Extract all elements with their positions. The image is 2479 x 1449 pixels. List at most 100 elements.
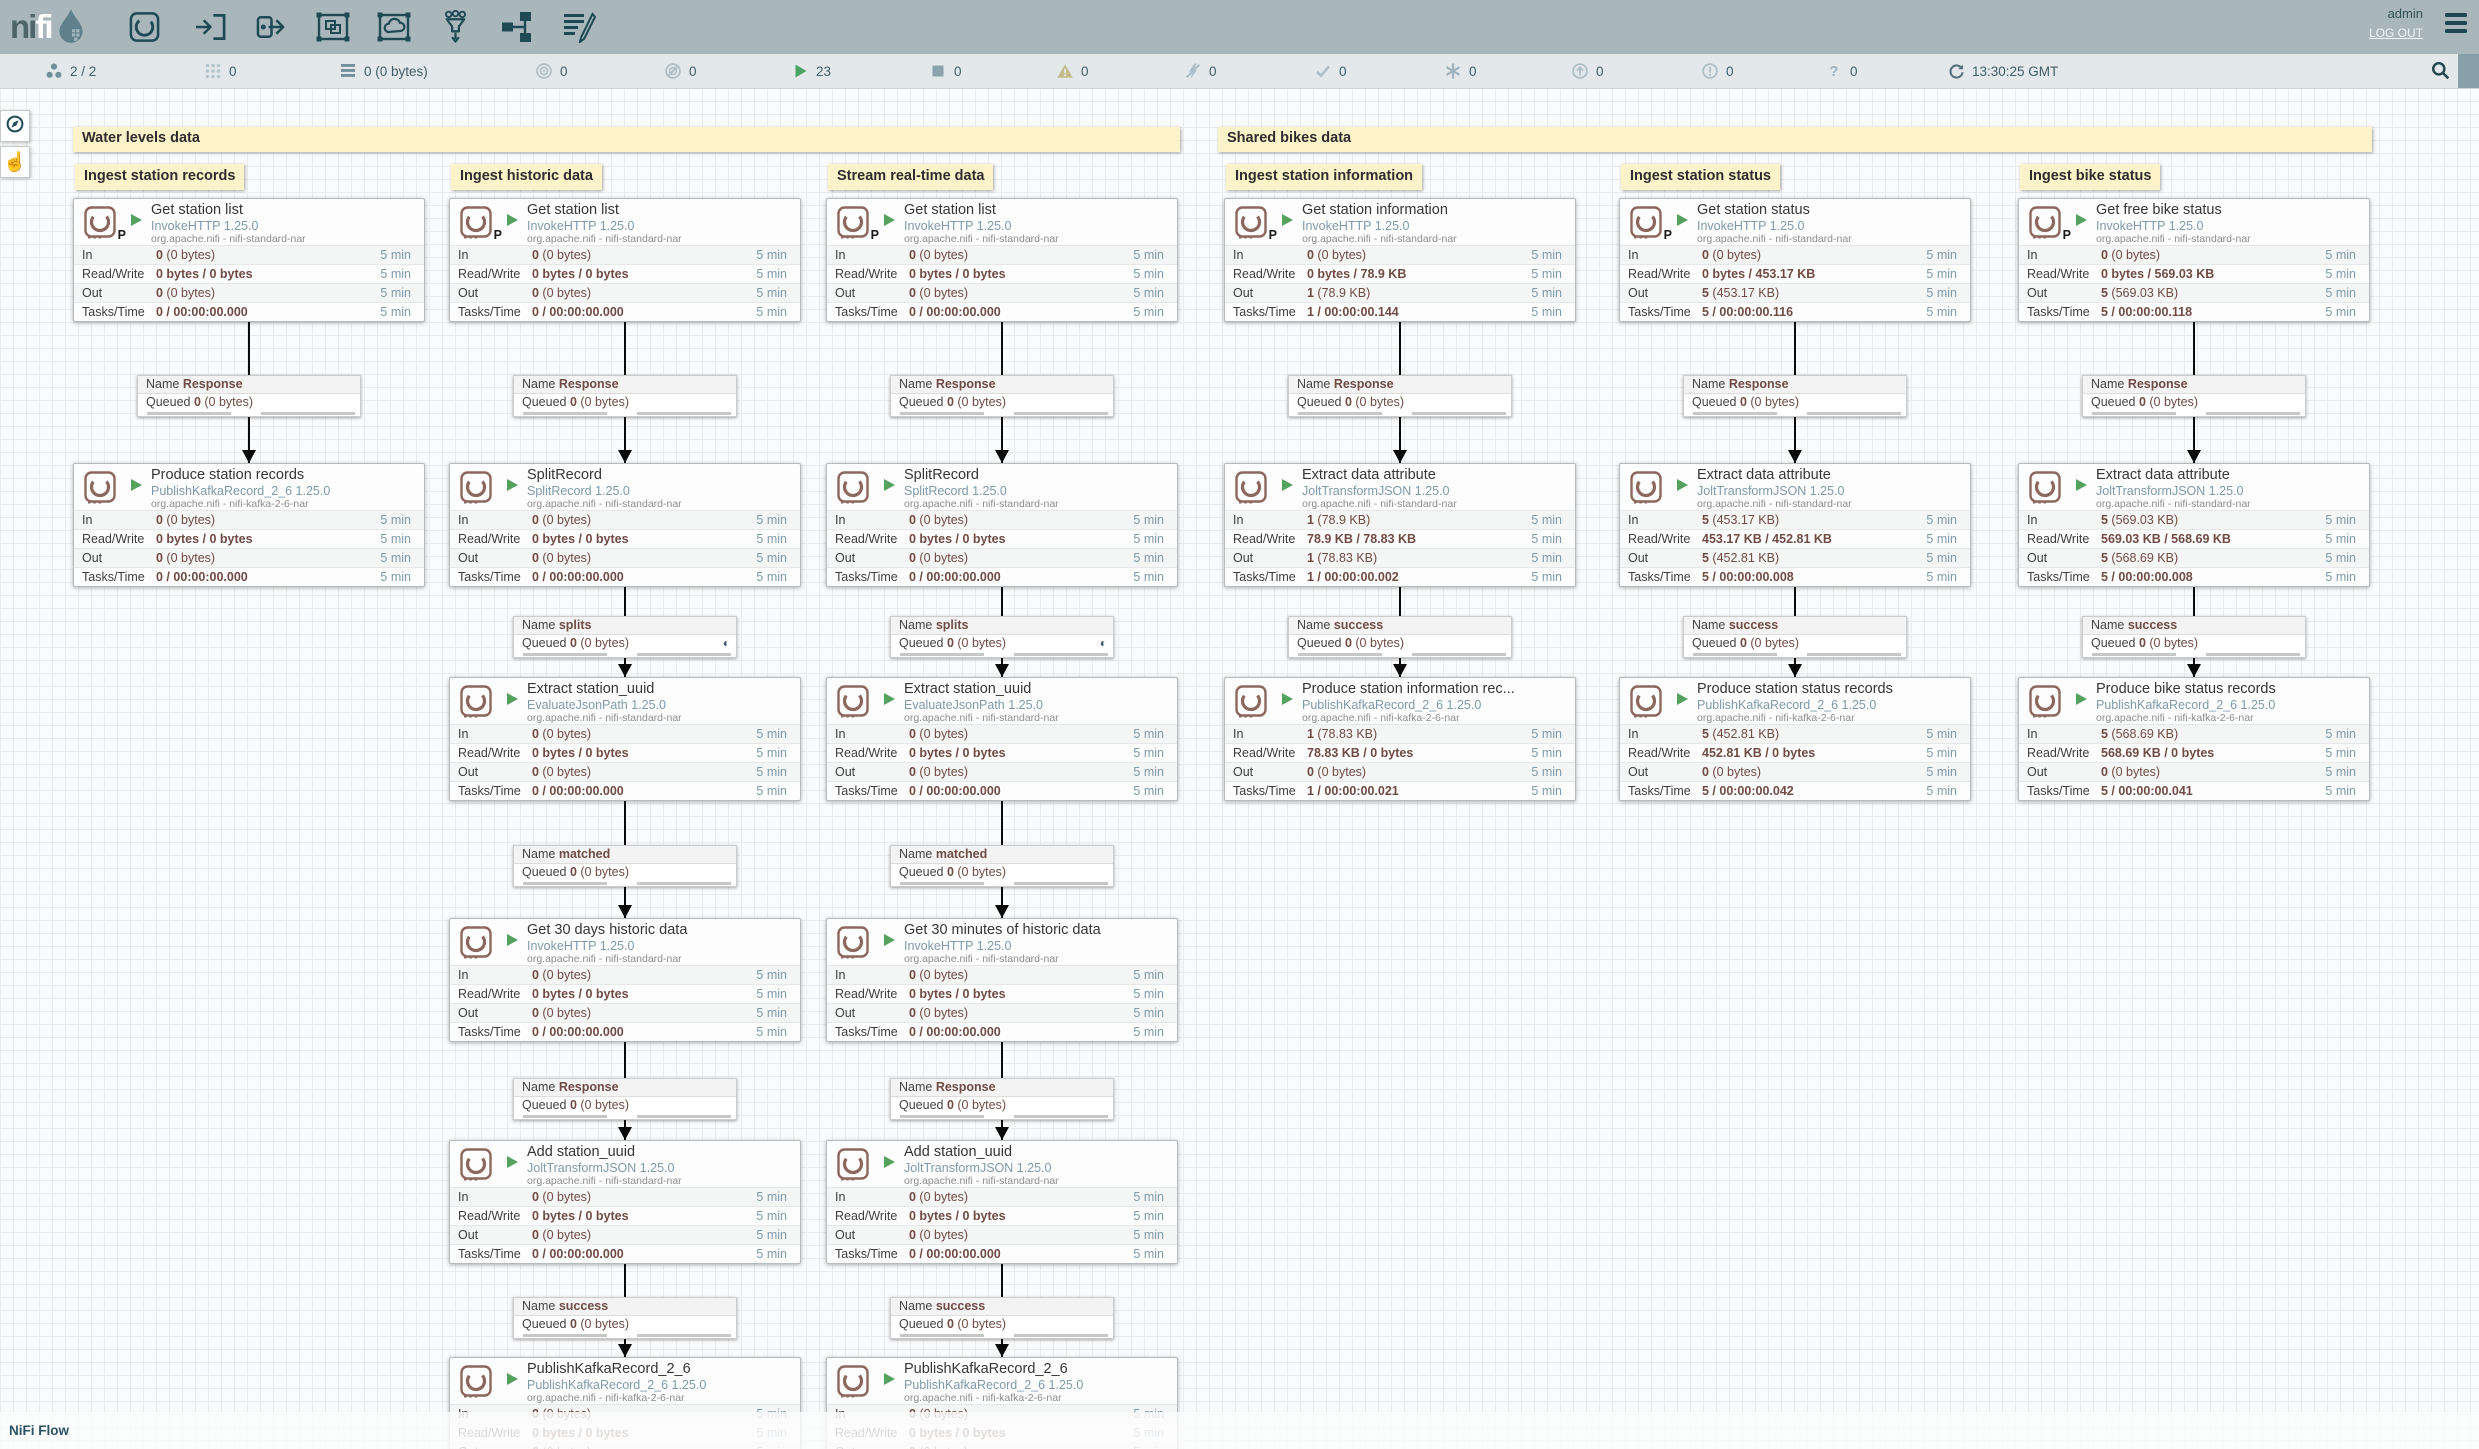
processor-icon: P [459, 1364, 493, 1398]
stat-row-in: In0 (0 bytes)5 min [827, 510, 1177, 529]
breadcrumb-bar: NiFi Flow [0, 1412, 2479, 1449]
stat-row-in: In5 (569.03 KB)5 min [2019, 510, 2369, 529]
processor-node[interactable]: P SplitRecord SplitRecord 1.25.0 org.apa… [826, 463, 1178, 587]
section-label[interactable]: Ingest bike status [2020, 164, 2160, 190]
navigate-palette-button[interactable] [0, 110, 30, 142]
processor-bundle: org.apache.nifi - nifi-kafka-2-6-nar [1302, 712, 1571, 724]
funnel-tool-icon[interactable] [437, 10, 473, 44]
remote-process-group-tool-icon[interactable] [376, 10, 412, 44]
connection-label[interactable]: Name splits Queued 0 (0 bytes)◐ [890, 616, 1114, 658]
stat-row-read-write: Read/Write0 bytes / 0 bytes5 min [450, 984, 800, 1003]
breadcrumb-root[interactable]: NiFi Flow [9, 1423, 69, 1438]
connection-name-row: Name Response [138, 376, 360, 394]
connection-label[interactable]: Name Response Queued 0 (0 bytes)◐ [137, 375, 361, 417]
section-label[interactable]: Ingest historic data [451, 164, 602, 190]
processor-name: Extract data attribute [1302, 467, 1571, 484]
cluster-count: 2 / 2 [45, 54, 96, 88]
processor-node[interactable]: P Get station list InvokeHTTP 1.25.0 org… [449, 198, 801, 322]
processor-node[interactable]: P Extract data attribute JoltTransformJS… [1619, 463, 1971, 587]
operate-palette-button[interactable]: ☝ [0, 146, 30, 178]
queue-size-bars [2083, 652, 2305, 657]
processor-node[interactable]: P Add station_uuid JoltTransformJSON 1.2… [449, 1140, 801, 1264]
processor-node[interactable]: P Produce station information rec... Pub… [1224, 677, 1576, 801]
section-label[interactable]: Ingest station information [1226, 164, 1422, 190]
processor-icon: P [836, 925, 870, 959]
group-label[interactable]: Shared bikes data [1218, 127, 2372, 152]
processor-node[interactable]: P Extract data attribute JoltTransformJS… [2018, 463, 2370, 587]
input-port-tool-icon[interactable] [192, 10, 228, 44]
processor-node[interactable]: P Extract station_uuid EvaluateJsonPath … [826, 677, 1178, 801]
processor-node[interactable]: P Get free bike status InvokeHTTP 1.25.0… [2018, 198, 2370, 322]
connection-label[interactable]: Name splits Queued 0 (0 bytes)◐ [513, 616, 737, 658]
processor-node[interactable]: P Get station list InvokeHTTP 1.25.0 org… [826, 198, 1178, 322]
processor-node[interactable]: P Get station list InvokeHTTP 1.25.0 org… [73, 198, 425, 322]
processor-node[interactable]: P Add station_uuid JoltTransformJSON 1.2… [826, 1140, 1178, 1264]
processor-node[interactable]: P Get station information InvokeHTTP 1.2… [1224, 198, 1576, 322]
stat-row-tasks-time: Tasks/Time0 / 00:00:00.0005 min [450, 1022, 800, 1041]
stat-row-tasks-time: Tasks/Time0 / 00:00:00.0005 min [827, 302, 1177, 321]
section-label[interactable]: Ingest station records [75, 164, 244, 190]
load-balance-icon: ◐ [723, 635, 730, 652]
running-status-icon [131, 214, 142, 226]
processor-node[interactable]: P Extract data attribute JoltTransformJS… [1224, 463, 1576, 587]
section-label[interactable]: Stream real-time data [828, 164, 993, 190]
connection-arrowhead [995, 1344, 1009, 1357]
processor-node[interactable]: P Extract station_uuid EvaluateJsonPath … [449, 677, 801, 801]
connection-label[interactable]: Name matched Queued 0 (0 bytes)◐ [890, 845, 1114, 887]
connection-label[interactable]: Name matched Queued 0 (0 bytes)◐ [513, 845, 737, 887]
processor-node[interactable]: P Produce bike status records PublishKaf… [2018, 677, 2370, 801]
queue-size-bars [891, 652, 1113, 657]
logout-link[interactable]: LOG OUT [2369, 26, 2423, 40]
connection-label[interactable]: Name success Queued 0 (0 bytes)◐ [1683, 616, 1907, 658]
processor-stats: In5 (453.17 KB)5 min Read/Write453.17 KB… [1620, 510, 1970, 586]
label-tool-icon[interactable] [561, 10, 597, 44]
flow-canvas[interactable]: Water levels data Shared bikes data Ingest… [0, 88, 2479, 1449]
queue-size-bars [514, 1333, 736, 1338]
connection-label[interactable]: Name success Queued 0 (0 bytes)◐ [1288, 616, 1512, 658]
connection-label[interactable]: Name Response Queued 0 (0 bytes)◐ [1683, 375, 1907, 417]
processor-header: P SplitRecord SplitRecord 1.25.0 org.apa… [450, 464, 800, 510]
processor-node[interactable]: P Get station status InvokeHTTP 1.25.0 o… [1619, 198, 1971, 322]
connection-label[interactable]: Name Response Queued 0 (0 bytes)◐ [890, 375, 1114, 417]
running-count: 23 [791, 54, 831, 88]
refresh-status[interactable]: 13:30:25 GMT [1947, 54, 2058, 88]
stat-row-out: Out1 (78.9 KB)5 min [1225, 283, 1575, 302]
nifi-logo[interactable]: nifi [10, 7, 87, 45]
queue-size-bars [514, 881, 736, 886]
processor-node[interactable]: P Produce station records PublishKafkaRe… [73, 463, 425, 587]
connection-label[interactable]: Name success Queued 0 (0 bytes)◐ [890, 1297, 1114, 1339]
processor-node[interactable]: P Get 30 days historic data InvokeHTTP 1… [449, 918, 801, 1042]
connection-label[interactable]: Name success Queued 0 (0 bytes)◐ [2082, 616, 2306, 658]
processor-name: Extract station_uuid [527, 681, 796, 698]
search-button[interactable] [2431, 61, 2450, 85]
processor-node[interactable]: P Produce station status records Publish… [1619, 677, 1971, 801]
stat-row-tasks-time: Tasks/Time0 / 00:00:00.0005 min [827, 567, 1177, 586]
stat-row-read-write: Read/Write78.83 KB / 0 bytes5 min [1225, 743, 1575, 762]
process-group-tool-icon[interactable] [315, 10, 351, 44]
section-label[interactable]: Ingest station status [1621, 164, 1780, 190]
processor-icon: P [1629, 684, 1663, 718]
connection-label[interactable]: Name Response Queued 0 (0 bytes)◐ [2082, 375, 2306, 417]
connection-label[interactable]: Name Response Queued 0 (0 bytes)◐ [890, 1078, 1114, 1120]
processor-titles: Extract data attribute JoltTransformJSON… [1697, 467, 1966, 510]
connection-label[interactable]: Name Response Queued 0 (0 bytes)◐ [513, 375, 737, 417]
connection-label[interactable]: Name success Queued 0 (0 bytes)◐ [513, 1297, 737, 1339]
stat-row-read-write: Read/Write0 bytes / 453.17 KB5 min [1620, 264, 1970, 283]
processor-tool-icon[interactable] [126, 10, 162, 44]
processor-stats: In0 (0 bytes)5 min Read/Write0 bytes / 0… [827, 245, 1177, 321]
group-label[interactable]: Water levels data [73, 127, 1180, 152]
processor-titles: Get free bike status InvokeHTTP 1.25.0 o… [2096, 202, 2365, 245]
connection-label[interactable]: Name Response Queued 0 (0 bytes)◐ [1288, 375, 1512, 417]
output-port-tool-icon[interactable] [254, 10, 290, 44]
last-refresh-time: 13:30:25 GMT [1972, 64, 2058, 79]
refresh-icon[interactable] [1947, 62, 1965, 80]
processor-type: EvaluateJsonPath 1.25.0 [904, 698, 1173, 712]
connection-name-row: Name Response [1289, 376, 1511, 394]
processor-node[interactable]: P SplitRecord SplitRecord 1.25.0 org.apa… [449, 463, 801, 587]
global-menu-button[interactable] [2445, 13, 2467, 38]
processor-titles: Get station list InvokeHTTP 1.25.0 org.a… [527, 202, 796, 245]
connection-label[interactable]: Name Response Queued 0 (0 bytes)◐ [513, 1078, 737, 1120]
template-tool-icon[interactable] [499, 10, 535, 44]
processor-node[interactable]: P Get 30 minutes of historic data Invoke… [826, 918, 1178, 1042]
stale-count: 0 [1571, 54, 1604, 88]
